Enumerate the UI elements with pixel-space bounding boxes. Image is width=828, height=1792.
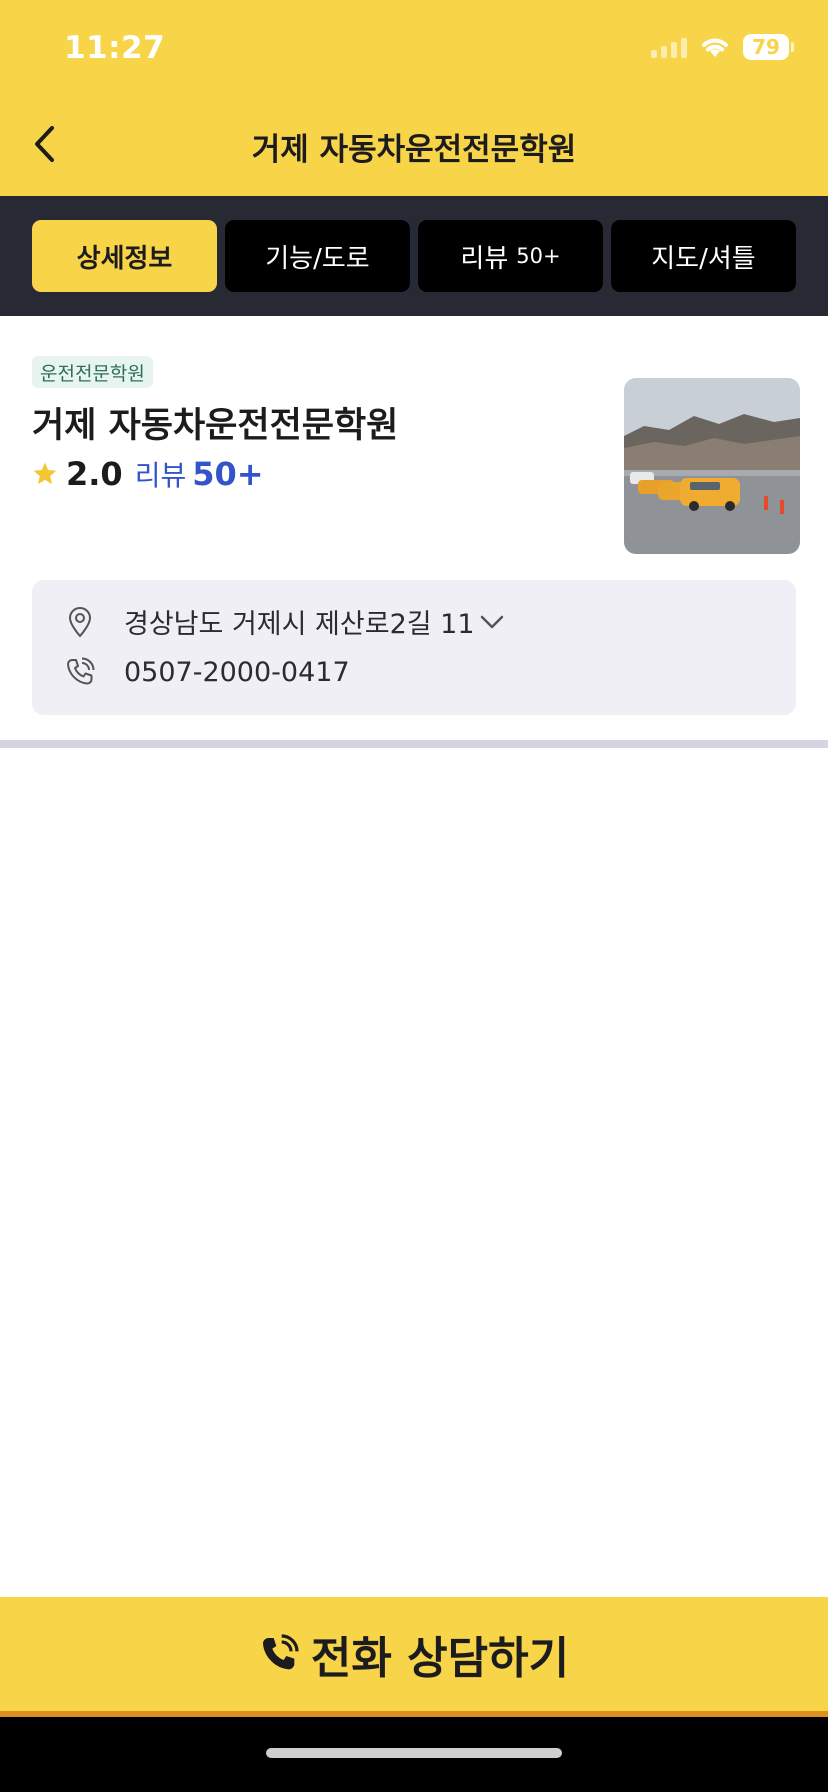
tab-label: 지도/셔틀 (651, 243, 756, 274)
cellular-signal-icon (651, 36, 687, 58)
map-pin-icon (64, 606, 96, 638)
tab-skills-road[interactable]: 기능/도로 (225, 220, 410, 292)
phone-call-icon (262, 1634, 299, 1670)
wifi-icon (702, 38, 728, 57)
tab-label: 기능/도로 (265, 243, 370, 274)
rating-row: 2.0 리뷰 50+ (32, 454, 264, 494)
call-consult-label: 전화 상담하기 (310, 1633, 570, 1684)
status-time: 11:27 (64, 30, 166, 66)
status-indicators: 79 (651, 34, 794, 60)
review-count[interactable]: 50+ (192, 455, 263, 493)
page-title: 거제 자동차운전전문학원 (251, 132, 577, 168)
tab-map-shuttle[interactable]: 지도/셔틀 (611, 220, 796, 292)
chevron-down-icon[interactable] (479, 613, 505, 631)
contact-info-box: 경상남도 거제시 제산로2길 11 0507-2000-0417 (32, 580, 796, 715)
address-row[interactable]: 경상남도 거제시 제산로2길 11 (64, 602, 505, 641)
place-photo[interactable] (624, 378, 800, 554)
rating-value: 2.0 (66, 455, 123, 493)
star-icon (33, 462, 57, 485)
tab-details[interactable]: 상세정보 (32, 220, 217, 292)
phone-icon (64, 656, 96, 688)
address-text: 경상남도 거제시 제산로2길 11 (124, 609, 475, 640)
tab-label: 리뷰 (460, 243, 509, 274)
battery-level: 79 (743, 34, 789, 60)
section-divider (0, 740, 828, 748)
tab-reviews[interactable]: 리뷰 50+ (418, 220, 603, 292)
tab-review-count: 50+ (516, 244, 561, 268)
call-consult-button[interactable]: 전화 상담하기 (0, 1597, 828, 1711)
tab-bar: 상세정보 기능/도로 리뷰 50+ 지도/셔틀 (0, 196, 828, 316)
tab-label: 상세정보 (76, 243, 173, 274)
review-link[interactable]: 리뷰 (135, 454, 187, 494)
place-name: 거제 자동차운전전문학원 (32, 406, 399, 446)
phone-row[interactable]: 0507-2000-0417 (64, 656, 350, 688)
app-header: 11:27 79 거제 자동차운전전문학원 (0, 0, 828, 196)
battery-icon: 79 (743, 34, 794, 60)
category-badge: 운전전문학원 (32, 356, 153, 388)
home-indicator[interactable] (266, 1748, 562, 1758)
phone-number: 0507-2000-0417 (124, 656, 350, 688)
